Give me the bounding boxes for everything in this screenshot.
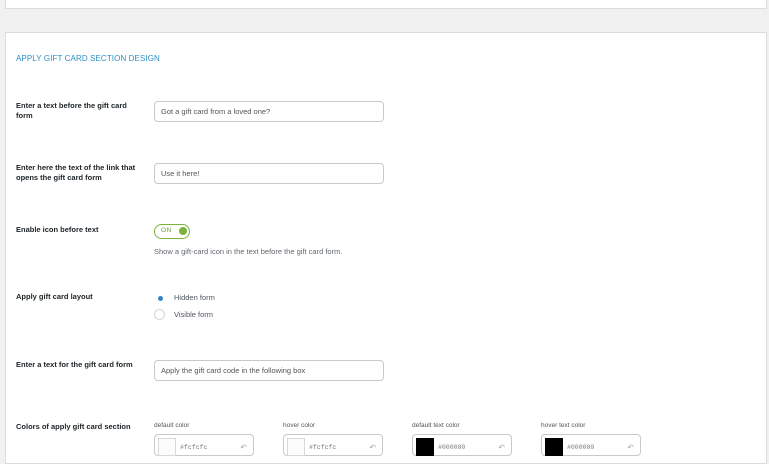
hover-text-color-label: hover text color (541, 422, 586, 429)
default-color-label: default color (154, 422, 190, 429)
undo-arrow-icon[interactable]: ↶ (369, 443, 376, 452)
hover-color-label: hover color (283, 422, 316, 429)
link-text-label: Enter here the text of the link that ope… (16, 163, 136, 182)
hover-color-picker[interactable]: #fcfcfc ↶ (283, 434, 383, 456)
text-before-form-input[interactable] (154, 101, 384, 122)
radio-label-visible-form: Visible form (174, 310, 214, 319)
radio-button-checked[interactable] (154, 292, 165, 303)
color-hex-value[interactable]: #fcfcfc (180, 444, 207, 451)
layout-label: Apply gift card layout (16, 292, 93, 301)
default-text-color-label: default text color (412, 422, 460, 429)
undo-arrow-icon[interactable]: ↶ (240, 443, 247, 452)
radio-dot (158, 296, 163, 301)
form-text-input[interactable] (154, 360, 384, 381)
radio-button-unchecked[interactable] (154, 309, 165, 320)
enable-icon-help: Show a gift-card icon in the text before… (154, 247, 343, 256)
form-text-label: Enter a text for the gift card form (16, 360, 133, 369)
color-hex-value[interactable]: #fcfcfc (309, 444, 336, 451)
undo-arrow-icon[interactable]: ↶ (627, 443, 634, 452)
hover-text-color-picker[interactable]: #000000 ↶ (541, 434, 641, 456)
link-text-input[interactable] (154, 163, 384, 184)
color-swatch[interactable] (416, 438, 434, 456)
default-color-picker[interactable]: #fcfcfc ↶ (154, 434, 254, 456)
radio-label-hidden-form: Hidden form (174, 293, 215, 302)
default-text-color-picker[interactable]: #000000 ↶ (412, 434, 512, 456)
colors-label: Colors of apply gift card section (16, 422, 131, 431)
color-hex-value[interactable]: #000000 (567, 444, 594, 451)
toggle-knob (179, 227, 187, 235)
settings-panel: APPLY GIFT CARD SECTION DESIGN Enter a t… (5, 32, 767, 464)
previous-settings-card (5, 0, 767, 9)
section-title: APPLY GIFT CARD SECTION DESIGN (16, 54, 160, 63)
color-swatch[interactable] (287, 438, 305, 456)
color-swatch[interactable] (545, 438, 563, 456)
undo-arrow-icon[interactable]: ↶ (498, 443, 505, 452)
text-before-form-label: Enter a text before the gift card form (16, 101, 127, 120)
toggle-state-label: ON (161, 227, 172, 234)
color-swatch[interactable] (158, 438, 176, 456)
color-hex-value[interactable]: #000000 (438, 444, 465, 451)
enable-icon-label: Enable icon before text (16, 225, 99, 234)
enable-icon-toggle[interactable]: ON (154, 224, 190, 239)
